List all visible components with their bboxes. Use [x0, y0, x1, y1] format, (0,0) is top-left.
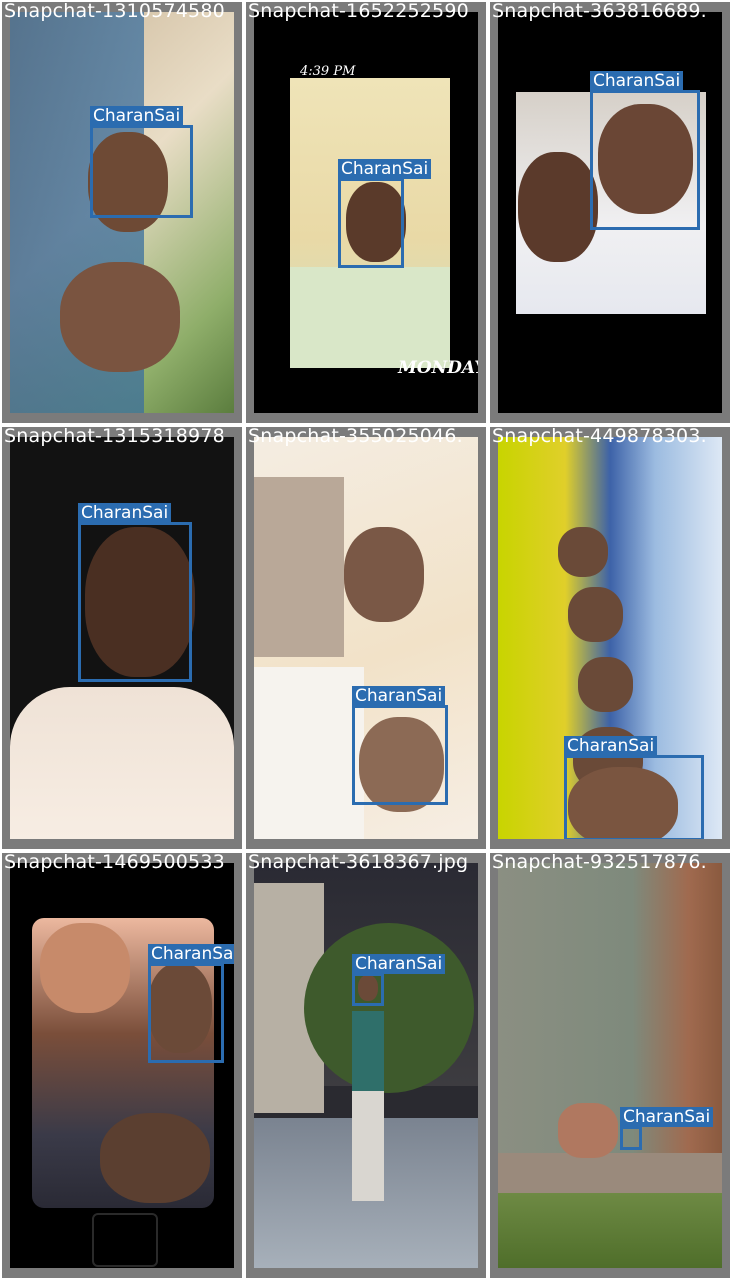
detection-cell-6[interactable]: CharanSai Snapchat-449878303. — [490, 427, 730, 849]
filename-8: Snapchat-3618367.jpg — [248, 853, 469, 873]
face-box-6: CharanSai — [564, 736, 704, 839]
detection-cell-7[interactable]: CharanSai Snapchat-1469500533 — [2, 853, 242, 1278]
filename-2: Snapchat-1652252590 — [248, 2, 469, 22]
photo-2: 4:39 PM MONDAY CharanSai — [254, 12, 478, 413]
filename-1: Snapchat-1310574580 — [4, 2, 225, 22]
detection-cell-8[interactable]: CharanSai Snapchat-3618367.jpg — [246, 853, 486, 1278]
face-box-8: CharanSai — [352, 954, 446, 1006]
face-box-5: CharanSai — [352, 686, 448, 805]
filename-4: Snapchat-1315318978 — [4, 427, 225, 447]
detection-cell-5[interactable]: CharanSai Snapchat-355025046. — [246, 427, 486, 849]
filename-3: Snapchat-363816689. — [492, 2, 707, 22]
filename-5: Snapchat-355025046. — [248, 427, 463, 447]
face-box-3: CharanSai — [590, 71, 700, 230]
day-sticker: MONDAY — [398, 358, 478, 378]
face-label-4: CharanSai — [78, 503, 172, 523]
face-box-9: CharanSai — [620, 1107, 714, 1150]
face-label-5: CharanSai — [352, 686, 446, 706]
photo-1: CharanSai — [10, 12, 234, 413]
filename-6: Snapchat-449878303. — [492, 427, 707, 447]
face-label-2: CharanSai — [338, 159, 432, 179]
filename-7: Snapchat-1469500533 — [4, 853, 225, 873]
photo-5: CharanSai — [254, 437, 478, 839]
face-label-3: CharanSai — [590, 71, 684, 91]
detection-cell-3[interactable]: CharanSai Snapchat-363816689. — [490, 2, 730, 423]
photo-3: CharanSai — [498, 12, 722, 413]
face-label-9: CharanSai — [620, 1107, 714, 1127]
photo-8: CharanSai — [254, 863, 478, 1268]
detection-cell-2[interactable]: 4:39 PM MONDAY CharanSai Snapchat-165225… — [246, 2, 486, 423]
filename-9: Snapchat-932517876. — [492, 853, 707, 873]
detection-cell-4[interactable]: CharanSai Snapchat-1315318978 — [2, 427, 242, 849]
detection-cell-1[interactable]: CharanSai Snapchat-1310574580 — [2, 2, 242, 423]
face-box-7: CharanSai — [148, 944, 234, 1063]
detection-grid: CharanSai Snapchat-1310574580 4:39 PM MO… — [0, 0, 732, 1280]
face-label-7: CharanSai — [148, 944, 234, 964]
face-box-1: CharanSai — [90, 106, 193, 218]
photo-4: CharanSai — [10, 437, 234, 839]
face-box-2: CharanSai — [338, 159, 432, 268]
face-label-1: CharanSai — [90, 106, 184, 126]
time-stamp: 4:39 PM — [300, 64, 356, 79]
photo-9: CharanSai — [498, 863, 722, 1268]
photo-6: CharanSai — [498, 437, 722, 839]
face-label-8: CharanSai — [352, 954, 446, 974]
detection-cell-9[interactable]: CharanSai Snapchat-932517876. — [490, 853, 730, 1278]
face-box-4: CharanSai — [78, 503, 192, 682]
photo-7: CharanSai — [10, 863, 234, 1268]
face-label-6: CharanSai — [564, 736, 658, 756]
